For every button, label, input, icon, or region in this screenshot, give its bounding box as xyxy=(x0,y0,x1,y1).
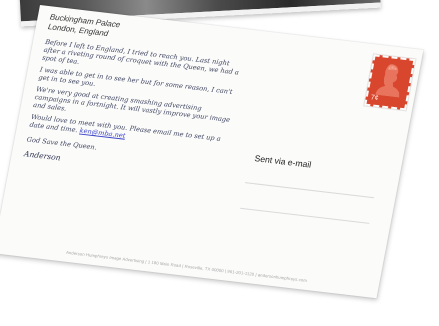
queen-portrait-icon xyxy=(375,64,400,98)
recipient-line-2 xyxy=(240,207,370,224)
postcard-message: Before I left to England, I tried to rea… xyxy=(23,38,245,185)
screenshot-canvas: Buckingham Palace London, England Before… xyxy=(0,0,439,326)
sent-via-email-label: Sent via e-mail xyxy=(253,153,313,170)
recipient-line-1 xyxy=(244,182,375,199)
stamp-value: 7¢ xyxy=(370,94,380,103)
postage-stamp: 7¢ xyxy=(362,53,417,112)
postcard: Buckingham Palace London, England Before… xyxy=(0,5,424,299)
sender-address: Buckingham Palace London, England xyxy=(47,12,121,39)
company-footer: Anderson Humphreys Image Advertising | 1… xyxy=(65,249,308,283)
